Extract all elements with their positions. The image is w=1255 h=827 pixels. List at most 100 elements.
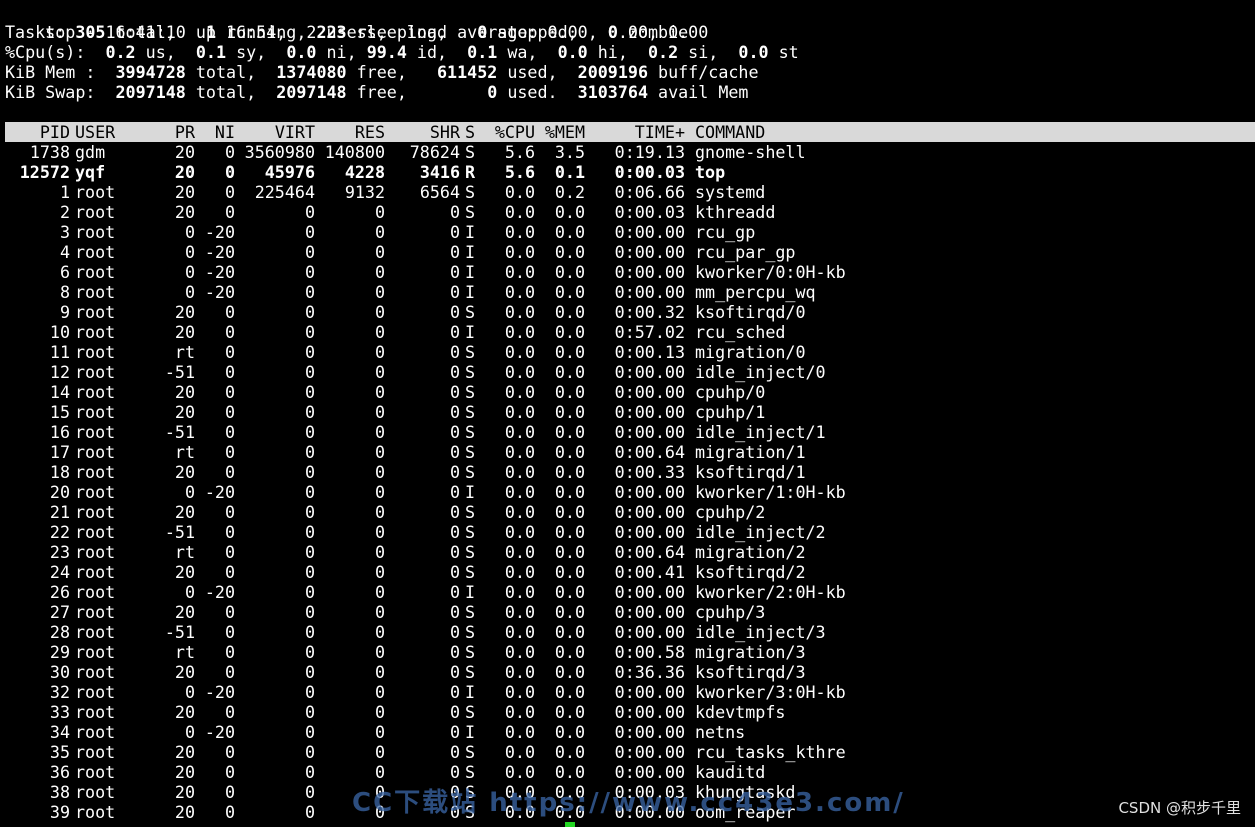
column-header-cpu: %CPU [494, 122, 535, 142]
terminal-window[interactable]: top - 16:41:10 up 16:54, 2 users, load a… [0, 0, 1255, 827]
cell-ni: -20 [204, 722, 235, 742]
cell-pid: 11 [49, 342, 70, 362]
cell-cmd: ksoftirqd/3 [695, 662, 806, 682]
cell-pid: 12 [49, 362, 70, 382]
cell-mem: 0.0 [554, 642, 585, 662]
cell-cmd: systemd [695, 182, 766, 202]
cell-s: S [465, 142, 476, 162]
cell-res: 0 [374, 742, 385, 762]
cell-ni: 0 [224, 422, 235, 442]
cell-ni: 0 [224, 362, 235, 382]
cell-mem: 0.0 [554, 262, 585, 282]
cell-s: I [465, 282, 476, 302]
cell-cmd: rcu_sched [695, 322, 786, 342]
cell-user: root [75, 522, 116, 542]
process-row: 34 root 0 -20 0 0 0 I 0.0 0.0 0:00.00 netns [5, 722, 1255, 742]
cell-time: 0:00.13 [614, 342, 685, 362]
cell-mem: 0.0 [554, 422, 585, 442]
cell-mem: 0.1 [554, 162, 585, 182]
cell-cpu: 0.0 [504, 242, 535, 262]
cell-s: I [465, 722, 476, 742]
cell-pr: 20 [174, 382, 195, 402]
cell-cpu: 0.0 [504, 482, 535, 502]
cell-virt: 45976 [264, 162, 315, 182]
cell-virt: 3560980 [244, 142, 315, 162]
cell-user: yqf [75, 162, 106, 182]
cell-res: 0 [374, 402, 385, 422]
cell-shr: 0 [449, 582, 460, 602]
cell-cpu: 0.0 [504, 202, 535, 222]
cell-ni: 0 [224, 802, 235, 822]
process-row: 21 root 20 0 0 0 0 S 0.0 0.0 0:00.00 cpuhp/2 [5, 502, 1255, 522]
cell-pr: rt [174, 442, 195, 462]
cell-cmd: idle_inject/1 [695, 422, 826, 442]
cell-pid: 18 [49, 462, 70, 482]
cell-mem: 0.0 [554, 622, 585, 642]
process-row: 28 root -51 0 0 0 0 S 0.0 0.0 0:00.00 idle_inject/3 [5, 622, 1255, 642]
cell-virt: 0 [304, 462, 315, 482]
cell-pid: 10 [49, 322, 70, 342]
cell-pr: 20 [174, 142, 195, 162]
terminal-cursor [565, 822, 575, 827]
cell-cmd: rcu_tasks_kthre [695, 742, 846, 762]
cell-pid: 33 [49, 702, 70, 722]
cell-s: I [465, 262, 476, 282]
cell-user: root [75, 422, 116, 442]
cell-pr: 20 [174, 182, 195, 202]
cell-cpu: 0.0 [504, 642, 535, 662]
cell-mem: 0.0 [554, 342, 585, 362]
cell-s: S [465, 402, 476, 422]
process-row: 26 root 0 -20 0 0 0 I 0.0 0.0 0:00.00 kworker/2:0H-… [5, 582, 1255, 602]
cell-cpu: 0.0 [504, 562, 535, 582]
cell-user: root [75, 202, 116, 222]
cell-time: 0:06.66 [614, 182, 685, 202]
cell-mem: 0.0 [554, 382, 585, 402]
cell-cmd: cpuhp/1 [695, 402, 766, 422]
cell-pr: 20 [174, 742, 195, 762]
cell-user: root [75, 722, 116, 742]
cell-time: 0:00.00 [614, 382, 685, 402]
cell-pr: 20 [174, 402, 195, 422]
cell-cpu: 0.0 [504, 282, 535, 302]
process-row: 14 root 20 0 0 0 0 S 0.0 0.0 0:00.00 cpuhp/0 [5, 382, 1255, 402]
process-row: 10 root 20 0 0 0 0 I 0.0 0.0 0:57.02 rcu_sched [5, 322, 1255, 342]
cell-pr: 0 [184, 582, 195, 602]
cell-mem: 0.0 [554, 402, 585, 422]
cell-s: R [465, 162, 476, 182]
cell-s: I [465, 482, 476, 502]
cell-s: I [465, 242, 476, 262]
cell-ni: 0 [224, 542, 235, 562]
column-header-virt: VIRT [274, 122, 315, 142]
cell-cpu: 0.0 [504, 522, 535, 542]
cell-virt: 0 [304, 342, 315, 362]
cell-pid: 2 [59, 202, 70, 222]
cell-shr: 6564 [419, 182, 460, 202]
cell-res: 4228 [344, 162, 385, 182]
cell-cmd: kworker/0:0H-kb [695, 262, 846, 282]
cell-mem: 0.2 [554, 182, 585, 202]
cell-shr: 0 [449, 282, 460, 302]
cell-res: 0 [374, 542, 385, 562]
cell-mem: 0.0 [554, 602, 585, 622]
cell-s: S [465, 362, 476, 382]
cell-shr: 0 [449, 202, 460, 222]
cell-pr: 0 [184, 222, 195, 242]
cell-virt: 0 [304, 742, 315, 762]
process-row: 4 root 0 -20 0 0 0 I 0.0 0.0 0:00.00 rcu_par_gp [5, 242, 1255, 262]
cell-pr: -51 [164, 522, 195, 542]
cell-time: 0:00.64 [614, 542, 685, 562]
cell-res: 0 [374, 602, 385, 622]
cell-cpu: 0.0 [504, 222, 535, 242]
cell-user: root [75, 582, 116, 602]
cell-ni: -20 [204, 242, 235, 262]
cell-mem: 0.0 [554, 522, 585, 542]
process-row: 6 root 0 -20 0 0 0 I 0.0 0.0 0:00.00 kworker/0:0H-k… [5, 262, 1255, 282]
cell-time: 0:00.00 [614, 742, 685, 762]
cell-pid: 1738 [29, 142, 70, 162]
cell-cpu: 0.0 [504, 402, 535, 422]
cell-s: I [465, 682, 476, 702]
cell-cpu: 5.6 [504, 162, 535, 182]
cell-pr: 20 [174, 762, 195, 782]
cell-cmd: cpuhp/3 [695, 602, 766, 622]
cell-pr: rt [174, 342, 195, 362]
